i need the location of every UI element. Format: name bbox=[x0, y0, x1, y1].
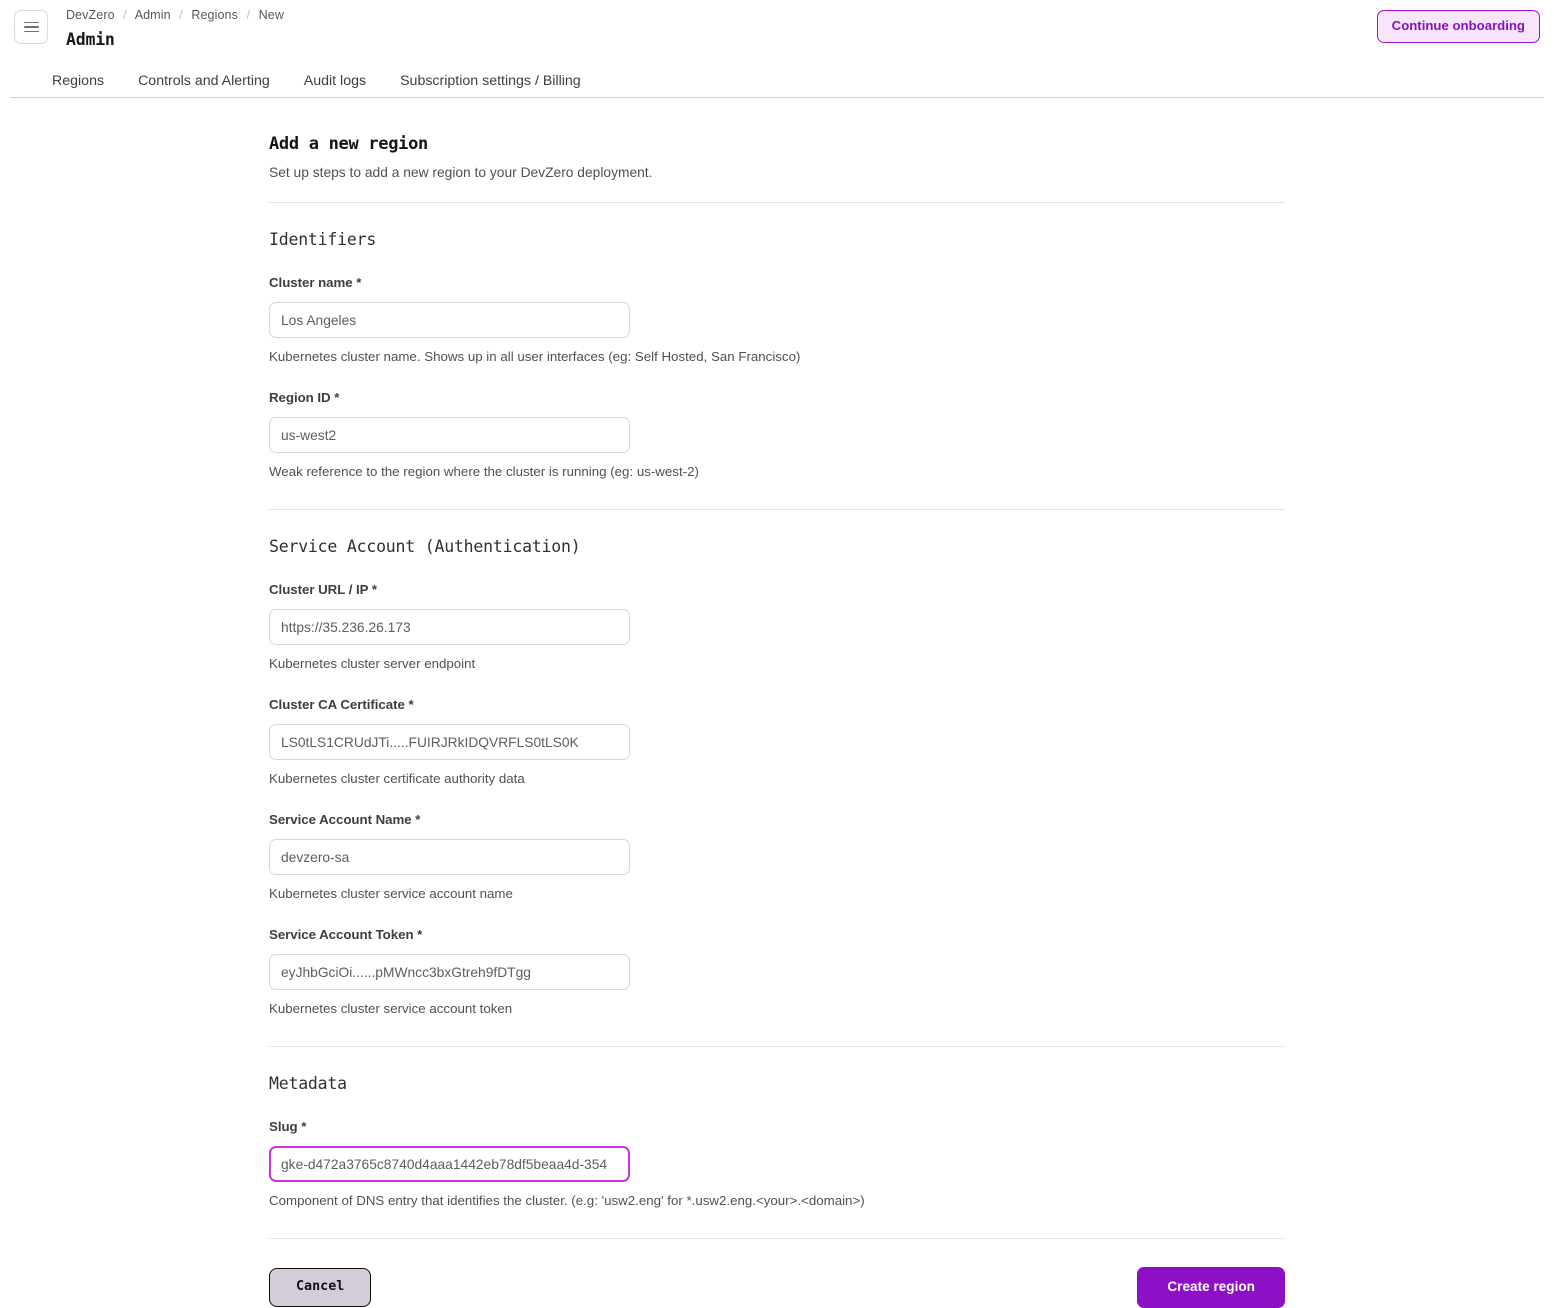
create-region-button[interactable]: Create region bbox=[1137, 1267, 1285, 1308]
field-slug: Slug * Component of DNS entry that ident… bbox=[269, 1118, 1285, 1210]
help-service-account-token: Kubernetes cluster service account token bbox=[269, 999, 1285, 1018]
field-cluster-url: Cluster URL / IP * Kubernetes cluster se… bbox=[269, 581, 1285, 673]
cancel-button[interactable]: Cancel bbox=[269, 1268, 371, 1307]
breadcrumb: DevZero / Admin / Regions / New bbox=[66, 7, 284, 24]
breadcrumb-item-regions[interactable]: Regions bbox=[191, 8, 238, 22]
service-account-token-input[interactable] bbox=[269, 954, 630, 990]
divider bbox=[269, 1046, 1285, 1047]
cluster-url-input[interactable] bbox=[269, 609, 630, 645]
hamburger-menu-button[interactable] bbox=[14, 10, 48, 44]
field-service-account-name: Service Account Name * Kubernetes cluste… bbox=[269, 811, 1285, 903]
help-cluster-ca-certificate: Kubernetes cluster certificate authority… bbox=[269, 769, 1285, 788]
continue-onboarding-button[interactable]: Continue onboarding bbox=[1377, 10, 1540, 43]
label-slug: Slug * bbox=[269, 1118, 1285, 1136]
label-region-id: Region ID * bbox=[269, 389, 1285, 407]
field-cluster-name: Cluster name * Kubernetes cluster name. … bbox=[269, 274, 1285, 366]
page-content: Add a new region Set up steps to add a n… bbox=[0, 98, 1554, 1308]
label-service-account-name: Service Account Name * bbox=[269, 811, 1285, 829]
divider bbox=[269, 509, 1285, 510]
breadcrumb-item-devzero[interactable]: DevZero bbox=[66, 8, 115, 22]
add-region-form: Add a new region Set up steps to add a n… bbox=[269, 132, 1285, 1308]
field-region-id: Region ID * Weak reference to the region… bbox=[269, 389, 1285, 481]
help-service-account-name: Kubernetes cluster service account name bbox=[269, 884, 1285, 903]
section-title-metadata: Metadata bbox=[269, 1073, 1285, 1095]
breadcrumb-separator: / bbox=[179, 8, 183, 22]
form-actions: Cancel Create region bbox=[269, 1267, 1285, 1308]
label-cluster-ca-certificate: Cluster CA Certificate * bbox=[269, 696, 1285, 714]
field-service-account-token: Service Account Token * Kubernetes clust… bbox=[269, 926, 1285, 1018]
header-text-block: DevZero / Admin / Regions / New Admin bbox=[66, 6, 284, 52]
help-cluster-name: Kubernetes cluster name. Shows up in all… bbox=[269, 347, 1285, 366]
field-cluster-ca-certificate: Cluster CA Certificate * Kubernetes clus… bbox=[269, 696, 1285, 788]
tab-subscription-settings-billing[interactable]: Subscription settings / Billing bbox=[383, 73, 598, 97]
cluster-name-input[interactable] bbox=[269, 302, 630, 338]
divider bbox=[269, 1238, 1285, 1239]
form-subtitle: Set up steps to add a new region to your… bbox=[269, 163, 1285, 183]
help-slug: Component of DNS entry that identifies t… bbox=[269, 1191, 1285, 1210]
form-title: Add a new region bbox=[269, 132, 1285, 156]
breadcrumb-separator: / bbox=[123, 8, 127, 22]
page-title: Admin bbox=[66, 28, 284, 52]
hamburger-menu-icon bbox=[24, 19, 39, 36]
divider bbox=[269, 202, 1285, 203]
slug-input[interactable] bbox=[269, 1146, 630, 1182]
tab-regions[interactable]: Regions bbox=[20, 73, 121, 97]
help-cluster-url: Kubernetes cluster server endpoint bbox=[269, 654, 1285, 673]
section-title-service-account: Service Account (Authentication) bbox=[269, 536, 1285, 558]
label-cluster-name: Cluster name * bbox=[269, 274, 1285, 292]
breadcrumb-item-admin[interactable]: Admin bbox=[135, 8, 171, 22]
region-id-input[interactable] bbox=[269, 417, 630, 453]
service-account-name-input[interactable] bbox=[269, 839, 630, 875]
label-cluster-url: Cluster URL / IP * bbox=[269, 581, 1285, 599]
help-region-id: Weak reference to the region where the c… bbox=[269, 462, 1285, 481]
label-service-account-token: Service Account Token * bbox=[269, 926, 1285, 944]
tab-audit-logs[interactable]: Audit logs bbox=[287, 73, 383, 97]
breadcrumb-item-new[interactable]: New bbox=[259, 8, 284, 22]
tab-bar: Regions Controls and Alerting Audit logs… bbox=[10, 66, 1544, 98]
tab-controls-and-alerting[interactable]: Controls and Alerting bbox=[121, 73, 287, 97]
top-bar: DevZero / Admin / Regions / New Admin Co… bbox=[0, 0, 1554, 56]
breadcrumb-separator: / bbox=[247, 8, 251, 22]
cluster-ca-certificate-input[interactable] bbox=[269, 724, 630, 760]
section-title-identifiers: Identifiers bbox=[269, 229, 1285, 251]
